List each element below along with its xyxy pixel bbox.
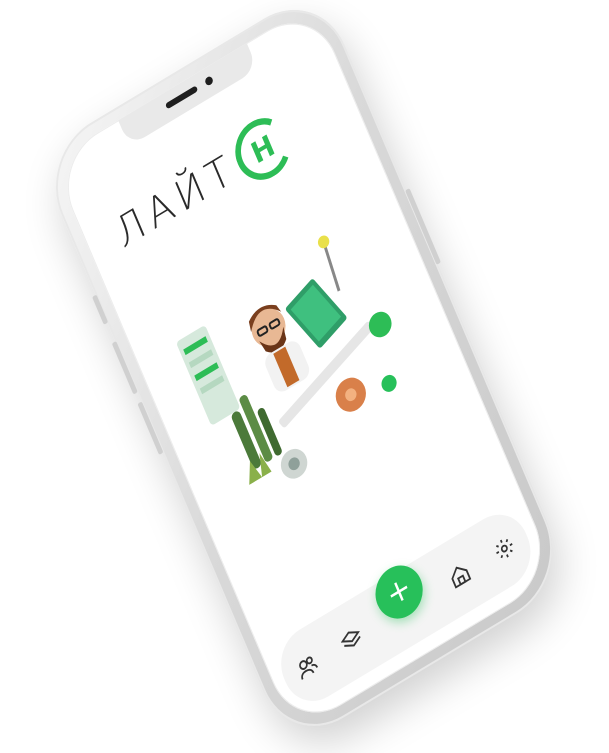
phone-frame: ЛАЙТ Н + xyxy=(36,0,572,751)
home-icon[interactable] xyxy=(442,555,477,595)
lamp xyxy=(317,235,341,292)
developer-illustration xyxy=(177,235,397,485)
logo-text: ЛАЙТ xyxy=(108,144,244,258)
layers-icon[interactable] xyxy=(334,620,369,660)
front-camera xyxy=(204,75,215,87)
logo-letter: Н xyxy=(246,127,280,171)
robot-wheel xyxy=(280,448,308,479)
speaker-grille xyxy=(164,85,199,110)
add-button[interactable]: + xyxy=(367,555,431,629)
mute-switch xyxy=(92,294,109,325)
plus-icon: + xyxy=(381,568,417,615)
server-rack xyxy=(177,326,240,425)
users-icon[interactable] xyxy=(290,647,325,687)
bottom-tab-bar: + xyxy=(270,501,541,714)
settings-icon[interactable] xyxy=(487,528,522,568)
